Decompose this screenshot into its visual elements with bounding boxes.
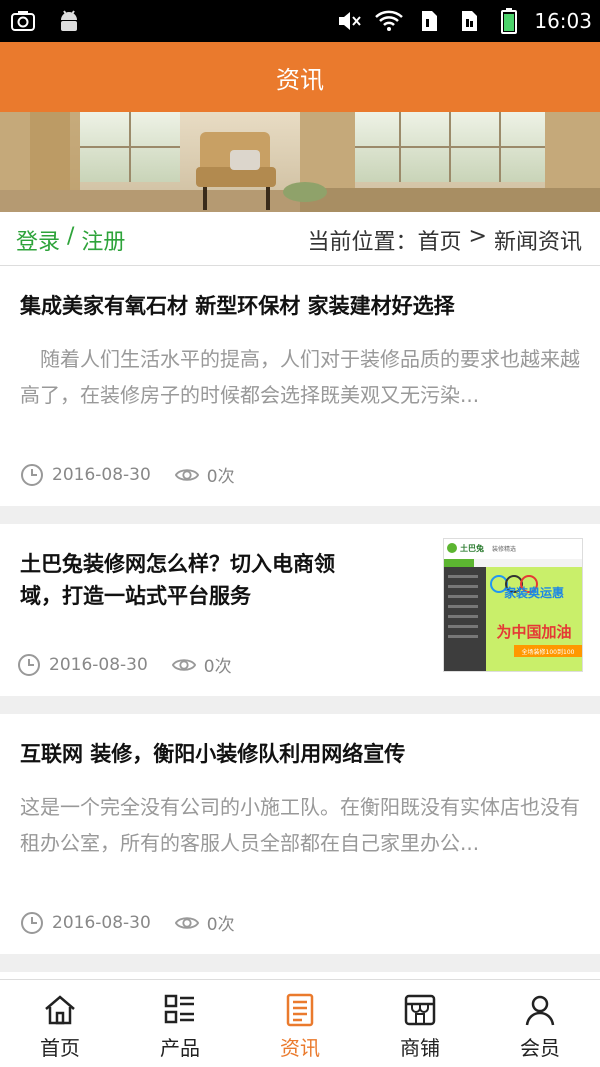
- member-icon: [522, 992, 558, 1028]
- news-icon: [282, 992, 318, 1028]
- breadcrumb-bar: 登录 / 注册 当前位置： 首页 > 新闻资讯: [0, 212, 600, 266]
- thumb-promo-main: 为中国加油: [496, 623, 571, 641]
- article-title-line: 土巴兔装修网怎么样？切入电商领: [20, 552, 335, 576]
- tab-label: 会员: [520, 1036, 560, 1060]
- article-views: 0次: [203, 657, 232, 677]
- home-icon: [42, 992, 78, 1028]
- shop-icon: [402, 992, 438, 1028]
- article-views: 0次: [206, 915, 235, 935]
- tab-label: 资讯: [280, 1036, 320, 1060]
- tab-news[interactable]: 资讯: [240, 980, 360, 1067]
- breadcrumb-arrow: >: [461, 224, 494, 249]
- banner-image: [0, 112, 600, 212]
- article-title[interactable]: 土巴兔装修网怎么样？切入电商领 域，打造一站式平台服务: [20, 548, 430, 612]
- breadcrumb: 当前位置： 首页 > 新闻资讯: [308, 224, 582, 256]
- article-card[interactable]: 互联网 装修，衡阳小装修队利用网络宣传 这是一个完全没有公司的小施工队。在衡阳既…: [0, 714, 600, 954]
- article-date: 2016-08-30: [49, 654, 148, 675]
- tab-label: 产品: [160, 1036, 200, 1060]
- android-icon: [54, 6, 84, 36]
- article-thumbnail[interactable]: 土巴兔 装修精选 家装奥运惠 为中国加油 全场装修100到100: [443, 538, 583, 672]
- article-meta: 2016-08-30 0次: [20, 462, 235, 487]
- article-date: 2016-08-30: [52, 912, 151, 933]
- clock-icon: [20, 911, 44, 935]
- breadcrumb-home-link[interactable]: 首页: [418, 224, 462, 256]
- article-summary: 这是一个完全没有公司的小施工队。在衡阳既没有实体店也没有租办公室，所有的客服人员…: [20, 795, 580, 855]
- screenshot-icon: [8, 6, 38, 36]
- tab-products[interactable]: 产品: [120, 980, 240, 1067]
- thumb-promo-sub: 全场装修100到100: [522, 648, 575, 656]
- thumb-badge: 装修精选: [492, 545, 516, 553]
- sim1-icon: [414, 6, 444, 36]
- login-register: 登录 / 注册: [16, 224, 125, 256]
- thumb-brand: 土巴兔: [460, 543, 484, 553]
- tab-label: 首页: [40, 1036, 80, 1060]
- wifi-icon: [374, 6, 404, 36]
- eye-icon: [174, 911, 199, 935]
- breadcrumb-prefix: 当前位置：: [307, 230, 418, 255]
- article-title-line: 域，打造一站式平台服务: [20, 584, 251, 608]
- mute-icon: [334, 6, 364, 36]
- article-date: 2016-08-30: [52, 464, 151, 485]
- article-meta: 2016-08-30 0次: [20, 910, 235, 935]
- product-list-icon: [162, 992, 198, 1028]
- article-card[interactable]: 集成美家有氧石材 新型环保材 家装建材好选择 随着人们生活水平的提高，人们对于装…: [0, 266, 600, 506]
- article-card[interactable]: 土巴兔装修网怎么样？切入电商领 域，打造一站式平台服务 2016-08-30 0…: [0, 524, 600, 696]
- article-title[interactable]: 集成美家有氧石材 新型环保材 家装建材好选择: [20, 290, 455, 322]
- page-title: 资讯: [276, 65, 324, 94]
- tab-label: 商铺: [400, 1036, 440, 1060]
- thumb-promo-top: 家装奥运惠: [504, 585, 564, 600]
- bottom-tab-bar: 首页 产品 资讯 商铺 会员: [0, 979, 600, 1067]
- clock: 16:03: [534, 9, 592, 33]
- article-meta: 2016-08-30 0次: [17, 652, 232, 677]
- clock-icon: [17, 653, 41, 677]
- status-bar: 16:03: [0, 0, 600, 42]
- sim2-icon: [454, 6, 484, 36]
- eye-icon: [171, 653, 196, 677]
- article-card[interactable]: [0, 972, 600, 979]
- login-link[interactable]: 登录: [16, 224, 60, 256]
- article-summary: 随着人们生活水平的提高，人们对于装修品质的要求也越来越高了，在装修房子的时候都会…: [20, 347, 580, 407]
- tab-member[interactable]: 会员: [480, 980, 600, 1067]
- login-separator: /: [60, 224, 82, 249]
- article-views: 0次: [206, 467, 235, 487]
- battery-icon: [494, 6, 524, 36]
- clock-icon: [20, 463, 44, 487]
- register-link[interactable]: 注册: [81, 224, 125, 256]
- tab-shop[interactable]: 商铺: [360, 980, 480, 1067]
- article-title[interactable]: 互联网 装修，衡阳小装修队利用网络宣传: [20, 738, 405, 770]
- title-bar: 资讯: [0, 42, 600, 112]
- breadcrumb-current: 新闻资讯: [493, 230, 582, 255]
- tab-home[interactable]: 首页: [0, 980, 120, 1067]
- eye-icon: [174, 463, 199, 487]
